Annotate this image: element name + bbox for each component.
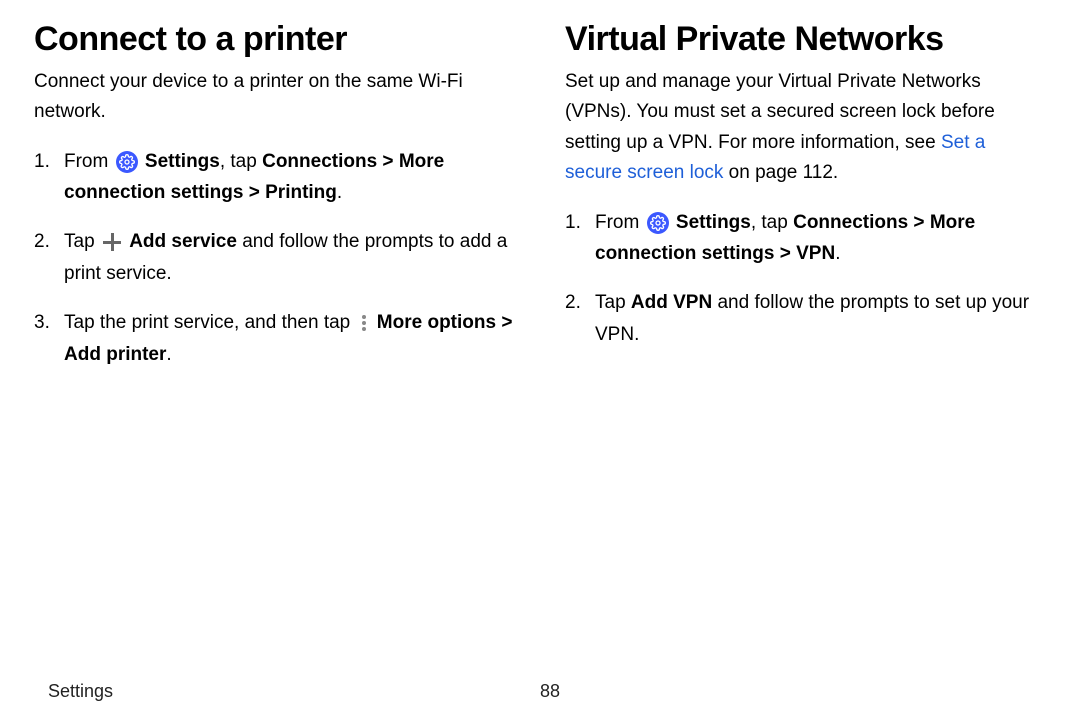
step-1: From Settings, tap Connections > More co… xyxy=(34,146,515,209)
bold-more-options: More options xyxy=(377,312,496,333)
text: Tap xyxy=(595,292,631,313)
step-2: Tap Add VPN and follow the prompts to se… xyxy=(565,287,1046,350)
page-footer: Settings 88 xyxy=(34,681,1046,710)
bold-connections: Connections xyxy=(262,151,377,172)
text: . xyxy=(166,344,171,365)
text: , tap xyxy=(220,151,262,172)
text: From xyxy=(595,212,645,233)
footer-page-number: 88 xyxy=(540,681,1032,702)
steps-vpn: From Settings, tap Connections > More co… xyxy=(565,207,1046,350)
separator: > xyxy=(377,151,399,172)
step-3: Tap the print service, and then tap More… xyxy=(34,307,515,370)
bold-add-vpn: Add VPN xyxy=(631,292,712,313)
separator: > xyxy=(908,212,930,233)
bold-settings: Settings xyxy=(145,151,220,172)
bold-add-printer: Add printer xyxy=(64,344,166,365)
bold-printing: Printing xyxy=(265,182,337,203)
intro-connect-printer: Connect your device to a printer on the … xyxy=(34,67,515,128)
settings-gear-icon xyxy=(647,212,669,234)
bold-add-service: Add service xyxy=(129,231,237,252)
step-1: From Settings, tap Connections > More co… xyxy=(565,207,1046,270)
text: , tap xyxy=(751,212,793,233)
footer-section-name: Settings xyxy=(48,681,540,702)
bold-vpn: VPN xyxy=(796,243,835,264)
text: Tap xyxy=(64,231,100,252)
more-options-dots-icon xyxy=(358,313,370,333)
plus-icon xyxy=(102,232,122,252)
text: Set up and manage your Virtual Private N… xyxy=(565,71,995,153)
bold-connections: Connections xyxy=(793,212,908,233)
steps-connect-printer: From Settings, tap Connections > More co… xyxy=(34,146,515,370)
bold-settings: Settings xyxy=(676,212,751,233)
text: Tap the print service, and then tap xyxy=(64,312,356,333)
two-column-layout: Connect to a printer Connect your device… xyxy=(34,20,1046,681)
separator: > xyxy=(243,182,265,203)
heading-connect-printer: Connect to a printer xyxy=(34,20,515,59)
separator: > xyxy=(774,243,796,264)
text: . xyxy=(835,243,840,264)
text: From xyxy=(64,151,114,172)
heading-vpn: Virtual Private Networks xyxy=(565,20,1046,59)
text: on page 112. xyxy=(723,162,838,183)
settings-gear-icon xyxy=(116,151,138,173)
text: . xyxy=(337,182,342,203)
right-column: Virtual Private Networks Set up and mana… xyxy=(565,20,1046,681)
intro-vpn: Set up and manage your Virtual Private N… xyxy=(565,67,1046,189)
page: Connect to a printer Connect your device… xyxy=(0,0,1080,720)
step-2: Tap Add service and follow the prompts t… xyxy=(34,226,515,289)
separator: > xyxy=(496,312,512,333)
left-column: Connect to a printer Connect your device… xyxy=(34,20,515,681)
